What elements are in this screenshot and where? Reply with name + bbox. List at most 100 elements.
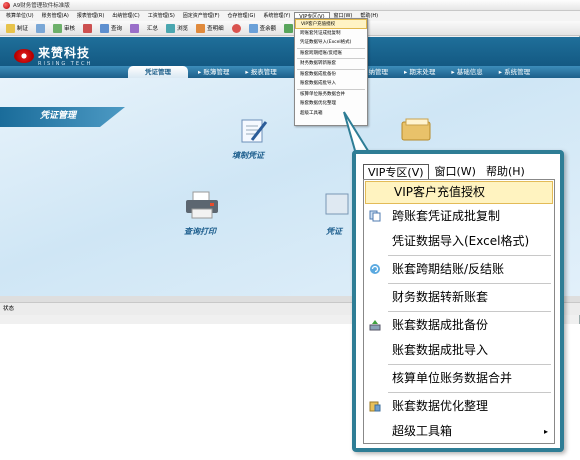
- menu-item-label: 核算单位账务数据合并: [392, 371, 513, 385]
- nav-report[interactable]: ▸ 报表管理: [239, 66, 282, 78]
- window-title: A9财务管理软件标准版: [13, 3, 70, 9]
- menu-payroll[interactable]: 工资管理(S): [144, 12, 179, 21]
- toolbar-detail-button[interactable]: 查明细: [193, 23, 227, 33]
- menu-item-vip-authorize[interactable]: VIP客户充值授权: [365, 181, 553, 204]
- toolbar-label: 审核: [64, 26, 76, 32]
- menu-item-backup[interactable]: 账套数据成批备份: [364, 313, 554, 338]
- fill-voucher-icon[interactable]: [236, 116, 270, 146]
- menu-item-label: 账套跨期结账/反结账: [392, 262, 505, 276]
- nav-label: 系统管理: [504, 68, 531, 76]
- ledger-book-icon[interactable]: [398, 116, 434, 144]
- menu-item-label: 凭证数据导入(Excel格式): [392, 234, 530, 248]
- menu-separator: [388, 255, 551, 256]
- toolbar-pie-button[interactable]: [229, 23, 244, 33]
- nav-basic-info[interactable]: ▸ 基础信息: [445, 66, 488, 78]
- nav-label: 基础信息: [456, 68, 483, 76]
- toolbar-browse-button[interactable]: 浏览: [163, 23, 191, 33]
- list-icon: [196, 23, 206, 33]
- menu-item-label: 超级工具箱: [392, 424, 453, 438]
- menu-accounting[interactable]: 账务管理(A): [38, 12, 73, 21]
- menu-item-label: VIP客户充值授权: [394, 185, 485, 199]
- vip-dropdown: VIP客户充值授权 跨账套凭证成批复制 凭证数据导入(Excel格式) 账套跨期…: [363, 179, 555, 444]
- toolbar-make-voucher-button[interactable]: 制证: [3, 23, 31, 33]
- menu-item-toolbox[interactable]: 超级工具箱 ▸: [364, 419, 554, 444]
- menu-item-batch-copy[interactable]: 跨账套凭证成批复制: [364, 204, 554, 229]
- menu-item-label: 账套数据成批导入: [392, 343, 489, 357]
- mini-item-vip-authorize[interactable]: VIP客户充值授权: [295, 19, 367, 29]
- title-bar: A9财务管理软件标准版: [0, 0, 580, 11]
- nav-period-end[interactable]: ▸ 期末处理: [398, 66, 441, 78]
- nav-system[interactable]: ▸ 系统管理: [493, 66, 536, 78]
- toolbar-label: 查明细: [207, 26, 224, 32]
- toolbar-label: 浏览: [177, 26, 189, 32]
- copy-icon: [369, 210, 381, 222]
- mini-item-transfer[interactable]: 财务数据转新账套: [295, 59, 367, 69]
- mini-item-excel-import[interactable]: 凭证数据导入(Excel格式): [295, 38, 367, 48]
- toolbar-audit-button[interactable]: 审核: [50, 23, 78, 33]
- voucher-label[interactable]: 凭证: [326, 226, 342, 237]
- document-icon: [36, 23, 46, 33]
- menu-item-merge[interactable]: 核算单位账务数据合并: [364, 366, 554, 391]
- refresh-icon: [370, 264, 380, 274]
- browse-icon: [166, 23, 176, 33]
- toolbar-arrow-button[interactable]: [127, 23, 142, 33]
- query-print-label[interactable]: 查询打印: [184, 226, 216, 237]
- zoom-menu-window[interactable]: 窗口(W): [431, 164, 480, 180]
- menu-inventory[interactable]: 仓存管理(G): [224, 12, 260, 21]
- vip-menu-zoom: VIP专区(V) 窗口(W) 帮助(H) VIP客户充值授权 跨账套凭证成批复制…: [352, 150, 564, 452]
- toolbar-label: 汇总: [147, 26, 159, 32]
- menu-bar: 核算单位(U) 账务管理(A) 报表管理(R) 出纳管理(C) 工资管理(S) …: [0, 11, 580, 21]
- menu-item-label: 账套数据优化整理: [392, 399, 489, 413]
- check-icon: [53, 23, 63, 33]
- arrow-icon: [130, 23, 140, 33]
- print-icon[interactable]: [184, 190, 220, 220]
- mini-item-optimize[interactable]: 账套数据优化整理: [295, 99, 367, 109]
- menu-item-label: 账套数据成批备份: [392, 318, 489, 332]
- mini-item-import[interactable]: 账套数据成批导入: [295, 79, 367, 89]
- toolbar: 制证 审核 查询 汇总 浏览 查明细 查余额: [0, 21, 580, 36]
- toolbar-label: 制证: [17, 26, 29, 32]
- nav-voucher[interactable]: 凭证管理: [128, 66, 188, 78]
- brand-text: 来赞科技 RISING TECH: [38, 44, 92, 67]
- menu-item-optimize[interactable]: 账套数据优化整理: [364, 394, 554, 419]
- menu-assets[interactable]: 固定资产管理(F): [179, 12, 224, 21]
- menu-item-label: 跨账套凭证成批复制: [392, 209, 501, 223]
- menu-separator: [388, 392, 551, 393]
- menu-item-excel-import[interactable]: 凭证数据导入(Excel格式): [364, 229, 554, 254]
- toolbar-label: 查余额: [259, 26, 277, 32]
- edit-icon: [6, 23, 15, 33]
- fill-voucher-label[interactable]: 填制凭证: [232, 150, 264, 161]
- menu-item-cross-period[interactable]: 账套跨期结账/反结账: [364, 257, 554, 282]
- menu-separator: [388, 311, 551, 312]
- menu-item-import[interactable]: 账套数据成批导入: [364, 338, 554, 363]
- mini-item-merge[interactable]: 核算单位账务数据合并: [295, 90, 367, 100]
- zoom-menu-help[interactable]: 帮助(H): [482, 164, 529, 180]
- toolbar-balance-button[interactable]: 查余额: [246, 23, 280, 33]
- menu-cashier[interactable]: 出纳管理(C): [108, 12, 143, 21]
- voucher-icon[interactable]: [322, 190, 352, 218]
- book-icon: [83, 23, 93, 33]
- backup-icon: [369, 320, 381, 331]
- section-title: 凭证管理: [40, 111, 77, 121]
- nav-label: 报表管理: [250, 68, 277, 76]
- mini-item-batch-copy[interactable]: 跨账套凭证成批复制: [295, 29, 367, 39]
- toolbar-summary-button[interactable]: 汇总: [144, 24, 161, 32]
- balance-icon: [248, 23, 258, 33]
- toolbar-divider-button[interactable]: [33, 23, 48, 33]
- zoom-menu-vip[interactable]: VIP专区(V): [363, 164, 429, 180]
- menu-item-transfer[interactable]: 财务数据转新账套: [364, 285, 554, 310]
- menu-report[interactable]: 报表管理(R): [73, 12, 108, 21]
- toolbar-query-button[interactable]: 查询: [97, 23, 125, 33]
- menu-separator: [388, 364, 551, 365]
- mini-item-cross-period[interactable]: 账套跨期结账/反结账: [295, 49, 367, 59]
- toolbar-blank-button[interactable]: [80, 23, 95, 33]
- nav-ledger[interactable]: ▸ 账簿管理: [192, 66, 235, 78]
- mini-item-backup[interactable]: 账套数据成批备份: [295, 70, 367, 80]
- brand-mark-icon: [14, 48, 34, 63]
- nav-label: 账簿管理: [203, 68, 230, 76]
- app-logo-icon: [3, 1, 10, 9]
- module-nav: 凭证管理 ▸ 账簿管理 ▸ 报表管理 ▸ 出纳管理 ▸ 期末处理 ▸ 基础信息 …: [0, 66, 580, 78]
- submenu-arrow-icon: ▸: [543, 427, 548, 436]
- menu-unit[interactable]: 核算单位(U): [2, 12, 38, 21]
- menu-system[interactable]: 系统管理(Y): [259, 12, 294, 21]
